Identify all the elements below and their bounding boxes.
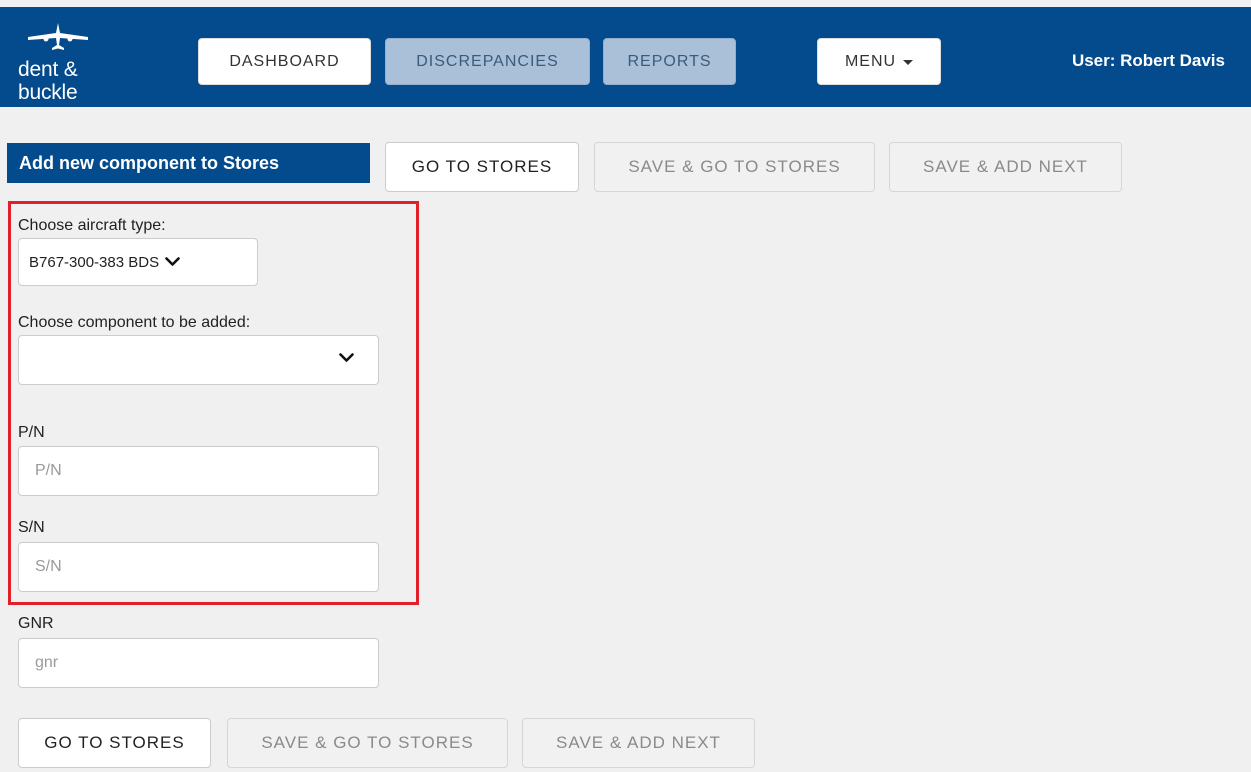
aircraft-type-label: Choose aircraft type:	[18, 217, 166, 234]
caret-down-icon	[903, 60, 914, 65]
gnr-input[interactable]	[18, 638, 379, 688]
save-go-to-stores-button-top[interactable]: SAVE & GO TO STORES	[594, 142, 875, 192]
nav-reports-button[interactable]: REPORTS	[603, 38, 736, 85]
go-to-stores-button-bottom[interactable]: GO TO STORES	[18, 718, 211, 768]
chevron-down-icon	[165, 257, 180, 266]
nav-discrepancies-button[interactable]: DISCREPANCIES	[385, 38, 590, 85]
current-user: User: Robert Davis	[1071, 51, 1225, 70]
component-label: Choose component to be added:	[18, 314, 251, 331]
top-navbar: dent & buckle DASHBOARD DISCREPANCIES RE…	[0, 7, 1251, 107]
airplane-icon	[28, 23, 88, 50]
nav-dashboard-button[interactable]: DASHBOARD	[198, 38, 371, 85]
save-go-to-stores-button-bottom[interactable]: SAVE & GO TO STORES	[227, 718, 508, 768]
sn-input[interactable]	[18, 542, 379, 592]
page-title: Add new component to Stores	[7, 143, 370, 183]
aircraft-type-value: B767-300-383 BDS	[29, 253, 160, 271]
aircraft-type-select[interactable]: B767-300-383 BDS	[18, 238, 258, 286]
sn-label: S/N	[18, 519, 45, 536]
pn-label: P/N	[18, 424, 45, 441]
nav-menu-dropdown[interactable]: MENU	[817, 38, 941, 85]
brand-name-line1: dent &	[18, 58, 78, 81]
save-add-next-button-top[interactable]: SAVE & ADD NEXT	[889, 142, 1122, 192]
go-to-stores-button-top[interactable]: GO TO STORES	[385, 142, 579, 192]
brand-logo[interactable]: dent & buckle	[18, 19, 128, 109]
save-add-next-button-bottom[interactable]: SAVE & ADD NEXT	[522, 718, 755, 768]
pn-input[interactable]	[18, 446, 379, 496]
brand-name-line2: buckle	[18, 81, 78, 104]
chevron-down-icon	[339, 353, 354, 362]
menu-label: MENU	[844, 52, 897, 70]
gnr-label: GNR	[18, 615, 54, 632]
component-select[interactable]	[18, 335, 379, 385]
